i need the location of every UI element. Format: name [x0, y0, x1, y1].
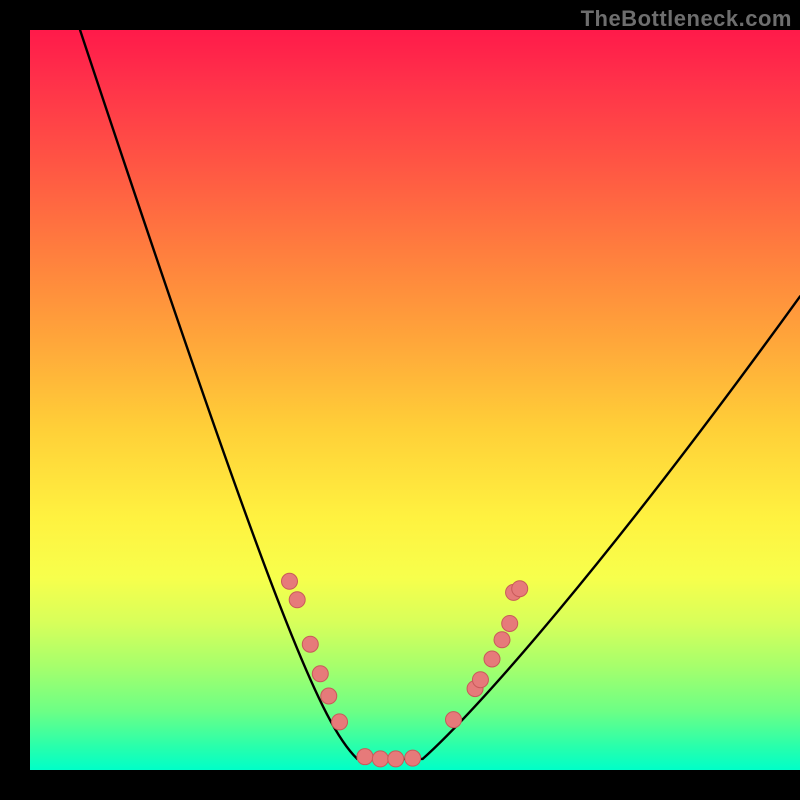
highlight-dot: [388, 751, 404, 767]
highlight-dot: [281, 573, 297, 589]
highlight-dot: [289, 592, 305, 608]
bottleneck-curve: [80, 30, 800, 759]
highlight-dot: [502, 615, 518, 631]
highlight-dot: [405, 750, 421, 766]
highlight-dot: [372, 751, 388, 767]
highlight-dot: [472, 672, 488, 688]
plot-area: [30, 30, 800, 770]
highlight-dot: [446, 712, 462, 728]
highlight-dot: [484, 651, 500, 667]
highlight-dot: [494, 632, 510, 648]
highlight-dot: [506, 584, 522, 600]
watermark-text: TheBottleneck.com: [581, 6, 792, 32]
highlight-dot: [357, 749, 373, 765]
highlight-dot: [332, 714, 348, 730]
highlight-dot: [512, 581, 528, 597]
highlight-dot: [312, 666, 328, 682]
chart-overlay-svg: [30, 30, 800, 770]
chart-frame: TheBottleneck.com: [0, 0, 800, 800]
highlight-dot: [321, 688, 337, 704]
highlight-dot: [467, 681, 483, 697]
highlight-dot: [302, 636, 318, 652]
